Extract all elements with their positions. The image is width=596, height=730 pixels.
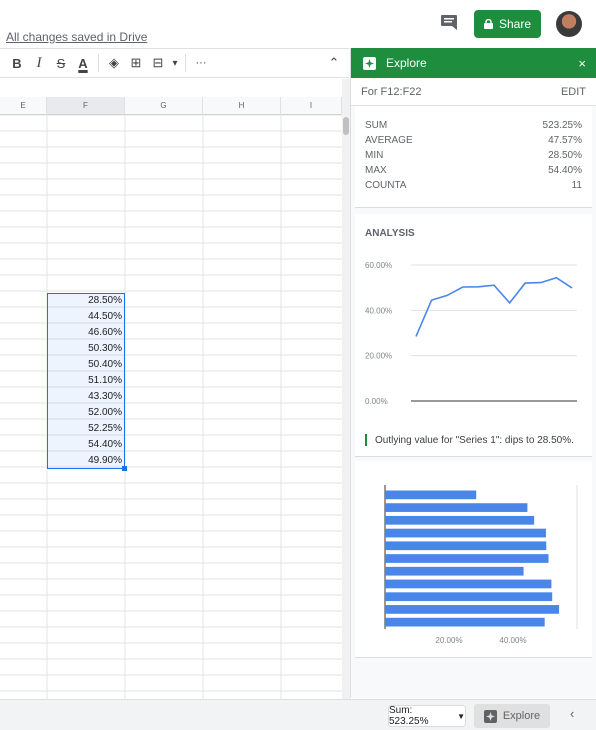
- range-row: For F12:F22 EDIT: [351, 78, 596, 106]
- bar: [385, 617, 545, 627]
- scrollbar-thumb[interactable]: [343, 117, 349, 135]
- stat-value: 11: [571, 180, 582, 191]
- cell-value[interactable]: 50.40%: [47, 358, 125, 372]
- stat-row: AVERAGE 47.57%: [365, 135, 582, 150]
- spreadsheet-grid[interactable]: E F G H I 28.50% 44.50% 46.60% 50.30% 50.40%…: [0, 79, 342, 699]
- stat-value: 47.57%: [548, 135, 582, 146]
- merge-dropdown-icon[interactable]: ▾: [169, 52, 181, 74]
- share-button[interactable]: Share: [474, 10, 541, 38]
- bold-button[interactable]: B: [6, 52, 28, 74]
- edit-button[interactable]: EDIT: [561, 86, 586, 98]
- top-bar: All changes saved in Drive Share: [0, 0, 596, 48]
- comment-icon[interactable]: [440, 14, 458, 30]
- x-tick-label: 40.00%: [499, 636, 526, 645]
- bar: [385, 541, 547, 551]
- stat-name: AVERAGE: [365, 135, 413, 146]
- y-tick-label: 0.00%: [365, 397, 388, 406]
- explore-panel: Explore × For F12:F22 EDIT SUM 523.25% AVE…: [350, 48, 596, 698]
- bar-chart-card: 20.00% 40.00%: [355, 461, 592, 658]
- bar: [385, 515, 535, 525]
- more-options-icon[interactable]: ···: [190, 52, 212, 74]
- cell-value[interactable]: 54.40%: [47, 438, 125, 452]
- sum-label: Sum: 523.25%: [389, 705, 429, 727]
- lock-icon: [483, 19, 493, 29]
- stat-value: 54.40%: [548, 165, 582, 176]
- x-tick-label: 20.00%: [435, 636, 462, 645]
- collapse-toolbar-icon[interactable]: ⌃: [323, 52, 345, 74]
- italic-button[interactable]: I: [28, 52, 50, 74]
- cell-value[interactable]: 46.60%: [47, 326, 125, 340]
- bar: [385, 490, 477, 500]
- range-label: For F12:F22: [361, 85, 422, 98]
- stat-row: MAX 54.40%: [365, 165, 582, 180]
- borders-icon[interactable]: ⊞: [125, 52, 147, 74]
- y-tick-label: 20.00%: [365, 352, 392, 361]
- series-line: [415, 276, 573, 337]
- explore-title: Explore: [386, 56, 427, 70]
- stat-row: COUNTA 11: [365, 180, 582, 195]
- bottom-bar: Sum: 523.25% ▼ Explore ‹: [0, 699, 596, 730]
- stat-row: SUM 523.25%: [365, 120, 582, 135]
- fill-color-icon[interactable]: ◈: [103, 52, 125, 74]
- bar: [385, 592, 553, 602]
- strikethrough-button[interactable]: S: [50, 52, 72, 74]
- stat-name: MAX: [365, 165, 387, 176]
- y-tick-label: 40.00%: [365, 306, 392, 315]
- explore-icon: [483, 709, 497, 723]
- cell-value[interactable]: 49.90%: [47, 454, 125, 468]
- vertical-scrollbar[interactable]: [342, 79, 350, 699]
- analysis-title: ANALYSIS: [365, 228, 415, 239]
- bar: [385, 503, 528, 512]
- chevron-down-icon: ▼: [457, 711, 465, 721]
- explore-icon: [363, 56, 376, 70]
- cell-value[interactable]: 28.50%: [47, 294, 125, 308]
- toolbar-divider: [98, 54, 99, 72]
- insight-marker: [365, 434, 367, 446]
- bar: [385, 579, 552, 589]
- insight-row[interactable]: Outlying value for "Series 1": dips to 2…: [365, 434, 582, 446]
- sum-dropdown[interactable]: Sum: 523.25% ▼: [388, 705, 466, 727]
- collapse-panel-icon[interactable]: ‹: [570, 706, 574, 721]
- cell-value[interactable]: 43.30%: [47, 390, 125, 404]
- bar-chart[interactable]: 20.00% 40.00%: [365, 471, 593, 646]
- cell-value[interactable]: 52.00%: [47, 406, 125, 420]
- text-color-button[interactable]: A: [72, 52, 94, 74]
- stats-card: SUM 523.25% AVERAGE 47.57% MIN 28.50% MAX 54.40…: [355, 106, 592, 208]
- bar: [385, 528, 546, 538]
- stat-value: 28.50%: [548, 150, 582, 161]
- saved-status-link[interactable]: All changes saved in Drive: [6, 30, 147, 44]
- toolbar-divider: [185, 54, 186, 72]
- bar: [385, 566, 524, 576]
- cell-value[interactable]: 44.50%: [47, 310, 125, 324]
- cell-value[interactable]: 50.30%: [47, 342, 125, 356]
- close-icon[interactable]: ×: [578, 56, 586, 71]
- stat-name: SUM: [365, 120, 388, 131]
- analysis-card: ANALYSIS 60.00% 40.00% 20.00% 0.00% Outlyin…: [355, 214, 592, 457]
- cell-value[interactable]: 52.25%: [47, 422, 125, 436]
- explore-button[interactable]: Explore: [474, 704, 550, 728]
- line-chart[interactable]: 60.00% 40.00% 20.00% 0.00%: [365, 245, 593, 423]
- merge-cells-icon[interactable]: ⊟: [147, 52, 169, 74]
- insight-text: Outlying value for "Series 1": dips to 2…: [375, 434, 574, 446]
- avatar[interactable]: [556, 11, 582, 37]
- explore-label: Explore: [502, 710, 541, 722]
- cell-value[interactable]: 51.10%: [47, 374, 125, 388]
- stat-row: MIN 28.50%: [365, 150, 582, 165]
- bar: [385, 605, 560, 614]
- stat-value: 523.25%: [542, 120, 582, 131]
- formatting-toolbar: B I S A ◈ ⊞ ⊟ ▾ ··· ⌃: [0, 48, 349, 78]
- stat-name: MIN: [365, 150, 384, 161]
- y-tick-label: 60.00%: [365, 261, 392, 270]
- stat-name: COUNTA: [365, 180, 407, 191]
- bar: [385, 554, 549, 563]
- explore-header: Explore ×: [351, 48, 596, 78]
- share-label: Share: [498, 17, 532, 31]
